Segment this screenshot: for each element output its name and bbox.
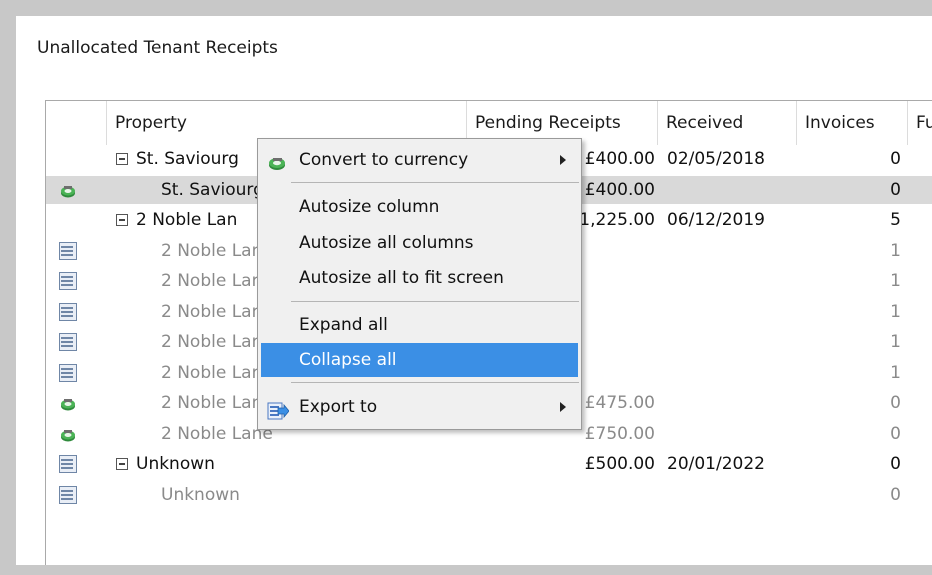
invoices-cell: 0 [890, 484, 901, 505]
list-icon [59, 302, 77, 321]
property-cell: 2 Noble Lan [161, 240, 263, 261]
menu-item-collapse-all[interactable]: Collapse all [261, 343, 578, 377]
received-cell: 20/01/2022 [667, 454, 765, 474]
property-cell: St. Saviourg [161, 179, 264, 200]
invoices-cell: 1 [890, 332, 901, 352]
menu-item-expand-all[interactable]: Expand all [261, 308, 578, 342]
property-cell: 2 Noble Lar [161, 362, 259, 383]
pending-receipts-cell: £500.00 [584, 454, 655, 474]
menu-separator [291, 382, 579, 383]
invoices-cell: 0 [890, 149, 901, 169]
property-cell: 2 Noble Lar [161, 301, 259, 322]
menu-item-label: Autosize column [299, 197, 440, 217]
invoices-cell: 1 [890, 271, 901, 291]
menu-item-label: Export to [299, 397, 378, 417]
property-cell: 2 Noble Lar [161, 332, 259, 352]
money-icon [267, 151, 289, 170]
menu-item-export-to[interactable]: Export to [261, 390, 578, 424]
collapse-icon[interactable] [116, 214, 128, 226]
collapse-icon[interactable] [116, 458, 128, 470]
header-invoices[interactable]: Invoices [797, 101, 908, 145]
property-cell: 2 Noble Lan [136, 210, 238, 230]
invoices-cell: 0 [890, 393, 901, 413]
collapse-icon[interactable] [116, 153, 128, 165]
submenu-arrow-icon [560, 155, 566, 165]
table-row[interactable]: Unknown 0 [46, 481, 932, 509]
property-cell: Unknown [161, 484, 240, 505]
list-icon [59, 272, 77, 290]
money-icon [59, 181, 77, 199]
received-cell: 02/05/2018 [667, 149, 765, 169]
submenu-arrow-icon [560, 402, 566, 412]
pending-receipts-cell: £400.00 [584, 149, 655, 169]
export-icon [267, 398, 290, 420]
property-cell: St. Saviourg [136, 149, 239, 169]
context-menu: Convert to currency Autosize column Auto… [257, 138, 582, 430]
pending-receipts-cell: £400.00 [584, 179, 655, 200]
received-cell: 06/12/2019 [667, 210, 765, 230]
invoices-cell: 0 [890, 454, 901, 474]
list-icon [59, 241, 77, 260]
money-icon [59, 394, 77, 412]
menu-item-label: Autosize all to fit screen [299, 268, 504, 288]
invoices-cell: 1 [890, 362, 901, 383]
menu-item-label: Convert to currency [299, 150, 469, 170]
invoices-cell: 5 [890, 210, 901, 230]
pending-receipts-cell: £475.00 [584, 393, 655, 413]
header-received[interactable]: Received [658, 101, 797, 145]
property-cell: 2 Noble Lar [161, 271, 259, 291]
list-icon [59, 485, 77, 504]
invoices-cell: 1 [890, 301, 901, 322]
table-row[interactable]: Unknown £500.00 20/01/2022 0 [46, 450, 932, 478]
invoices-cell: 0 [890, 423, 901, 444]
menu-item-autosize-all-to-fit-screen[interactable]: Autosize all to fit screen [261, 261, 578, 295]
list-icon [59, 363, 77, 382]
list-icon [59, 333, 77, 351]
header-icon-column[interactable] [46, 101, 107, 145]
menu-item-convert-to-currency[interactable]: Convert to currency [261, 143, 578, 177]
property-cell: Unknown [136, 454, 215, 474]
menu-item-label: Expand all [299, 315, 388, 335]
header-fu[interactable]: Fu [908, 101, 932, 145]
menu-item-autosize-column[interactable]: Autosize column [261, 190, 578, 224]
panel-title: Unallocated Tenant Receipts [37, 38, 278, 58]
invoices-cell: 1 [890, 240, 901, 261]
menu-item-label: Collapse all [299, 350, 397, 370]
list-icon [59, 455, 77, 473]
menu-item-label: Autosize all columns [299, 233, 474, 253]
money-icon [59, 425, 77, 443]
pending-receipts-cell: £750.00 [584, 423, 655, 444]
menu-separator [291, 301, 579, 302]
menu-item-autosize-all-columns[interactable]: Autosize all columns [261, 226, 578, 260]
menu-separator [291, 182, 579, 183]
invoices-cell: 0 [890, 179, 901, 200]
